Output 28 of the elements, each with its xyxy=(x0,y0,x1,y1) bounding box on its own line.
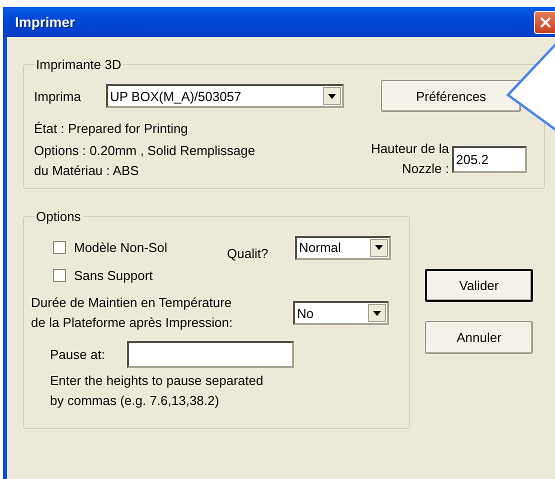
dialog-button[interactable]: Valider xyxy=(425,269,533,302)
nozzle-label: Hauteur de la Nozzle : xyxy=(370,140,449,178)
dropdown-arrow-icon xyxy=(328,94,336,98)
nozzle-height-field[interactable]: 205.2 xyxy=(452,146,527,172)
status-text: État : Prepared for Printing xyxy=(34,120,189,138)
checkbox-label: Sans Support xyxy=(74,268,153,282)
group-title: Options xyxy=(35,209,82,224)
pause-hint: Enter the heights to pause separated by commas (e.g. 7.6,13,38.2) xyxy=(49,372,264,410)
checkbox-label: Modèle Non-Sol xyxy=(74,240,168,255)
printer-dropdown[interactable]: UP BOX(M_A)/503057 xyxy=(106,84,344,108)
dialog-button[interactable]: Annuler xyxy=(425,321,533,354)
hold-time-dropdown[interactable]: No xyxy=(293,301,389,325)
hold-time-label: Durée de Maintien en Température de la Plateforme après Impression: xyxy=(31,294,234,332)
printer-label: Imprima xyxy=(34,88,82,104)
close-button[interactable] xyxy=(534,10,555,34)
window-title: Imprimer xyxy=(15,14,75,30)
checkbox[interactable] xyxy=(53,241,66,254)
close-icon xyxy=(540,16,551,28)
preferences-button[interactable]: Préférences xyxy=(381,80,521,112)
checkbox[interactable] xyxy=(53,268,66,282)
options-text: Options : 0.20mm , Solid Remplissage du Matériau : ABS xyxy=(34,142,256,180)
quality-dropdown[interactable]: Normal xyxy=(295,236,391,260)
quality-label: Qualit? xyxy=(227,246,270,261)
pause-field[interactable] xyxy=(127,341,294,368)
group-title: Imprimante 3D xyxy=(35,57,122,72)
dropdown-arrow-icon xyxy=(375,245,383,250)
dropdown-arrow-icon xyxy=(373,310,381,316)
pause-label: Pause at: xyxy=(50,347,106,362)
